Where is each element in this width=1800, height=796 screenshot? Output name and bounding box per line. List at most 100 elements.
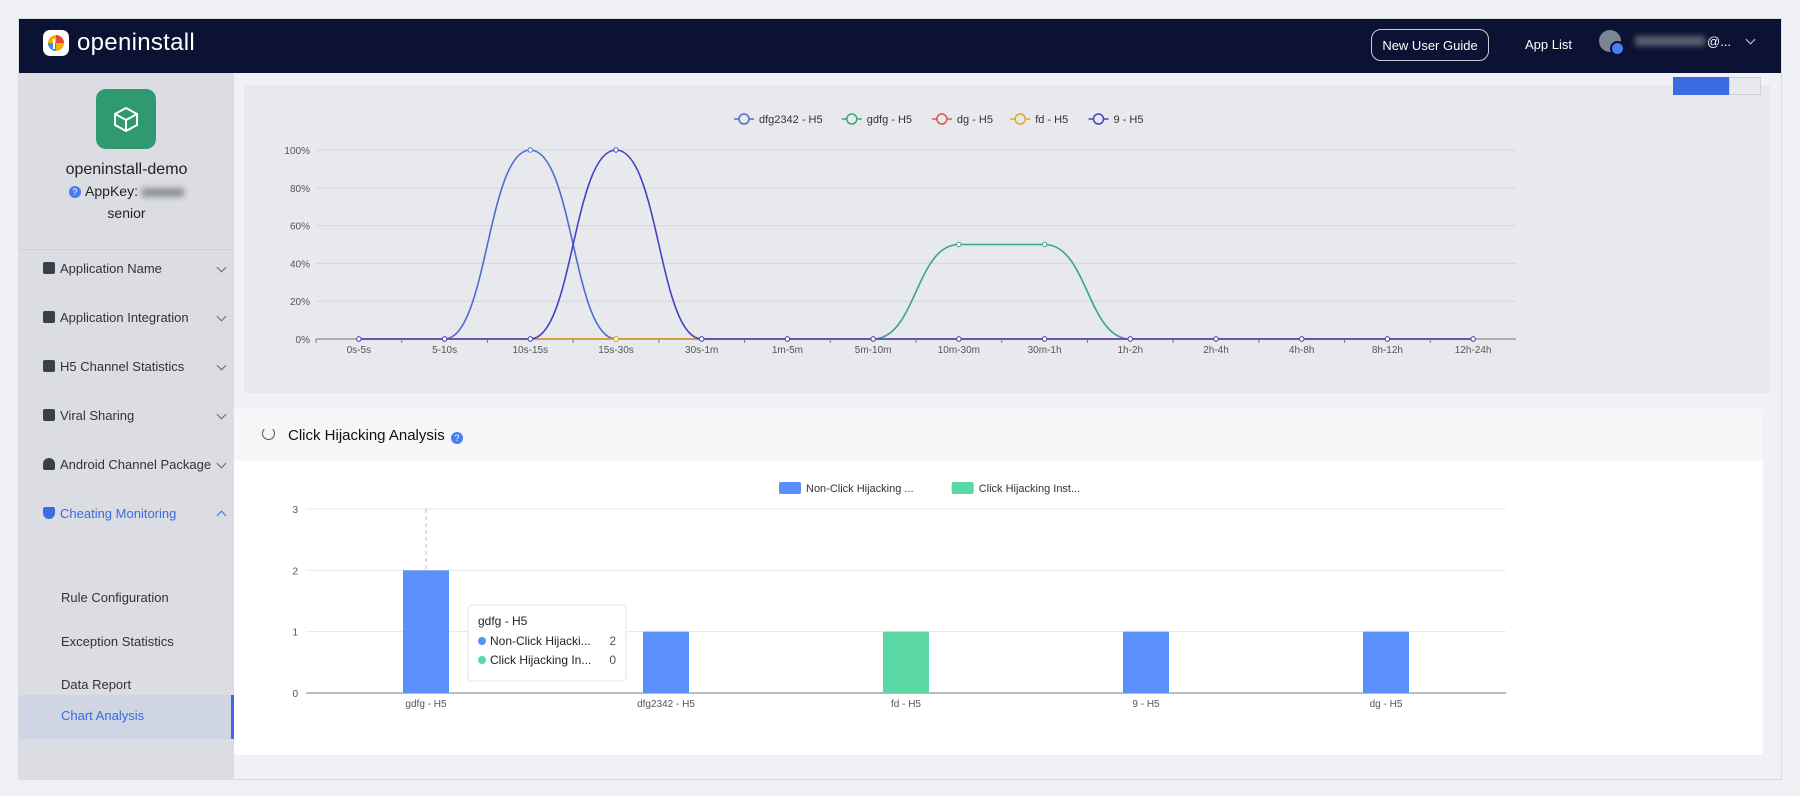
- series-line: [358, 243, 1474, 340]
- grid-icon: [43, 262, 55, 274]
- legend-marker: [846, 113, 858, 125]
- data-point: [441, 336, 448, 342]
- sidebar-item-label: H5 Channel Statistics: [60, 358, 185, 374]
- user-email-redacted: [1635, 36, 1705, 46]
- legend-item: dg - H5: [931, 113, 993, 126]
- legend-item: dfg2342 - H5: [734, 113, 823, 126]
- legend-label: dfg2342 - H5: [759, 114, 823, 126]
- sidebar-item-application-integration[interactable]: Application Integration: [43, 307, 227, 327]
- help-icon[interactable]: ?: [69, 186, 82, 199]
- x-tick-label: gdfg - H5: [405, 699, 447, 710]
- y-tick-label: 20%: [290, 297, 310, 308]
- legend-marker: [936, 113, 948, 125]
- sidebar-subitem-data-report[interactable]: Data Report: [61, 677, 131, 692]
- legend-item: Click Hijacking Inst...: [951, 482, 1080, 495]
- legend-label: gdfg - H5: [867, 114, 912, 126]
- panel-title: Click Hijacking Analysis: [288, 427, 445, 444]
- y-tick-label: 0%: [296, 335, 311, 346]
- tooltip-row-value: 2: [609, 634, 616, 648]
- android-icon: [43, 458, 55, 470]
- refresh-icon[interactable]: [262, 427, 275, 440]
- sidebar-item-cheating-monitoring[interactable]: Cheating Monitoring: [43, 503, 227, 523]
- legend-item: fd - H5: [1010, 113, 1068, 126]
- x-tick-label: 0s-5s: [347, 345, 371, 356]
- legend-label: dg - H5: [957, 114, 993, 126]
- legend-swatch: [779, 482, 801, 494]
- logo[interactable]: openinstall: [43, 29, 195, 57]
- legend-item: 9 - H5: [1088, 113, 1144, 126]
- panel-header: Click Hijacking Analysis ?: [234, 409, 1763, 461]
- data-point: [870, 336, 876, 342]
- bar: [1363, 631, 1409, 693]
- series-line: [358, 149, 1474, 340]
- logo-text: openinstall: [77, 29, 196, 56]
- help-icon[interactable]: ?: [451, 432, 463, 444]
- legend-label: 9 - H5: [1114, 114, 1144, 126]
- app-tier: senior: [107, 205, 146, 221]
- x-tick-label: 1m-5m: [772, 345, 803, 356]
- chevron-down-icon: [216, 262, 227, 273]
- time-distribution-line-chart: 0% 20% 40% 60% 80% 100% 0s-5s 5-10s 10s-15s 15s-3…: [284, 113, 1516, 356]
- logo-icon: [43, 30, 69, 56]
- data-point: [956, 336, 962, 342]
- time-distribution-panel: 0% 20% 40% 60% 80% 100% 0s-5s 5-10s 10s-15s 15s-3…: [244, 77, 1770, 393]
- sidebar: openinstall-demo ? AppKey: senior Applica…: [19, 73, 234, 779]
- tooltip-row-value: 0: [609, 653, 616, 667]
- sidebar-item-viral-sharing[interactable]: Viral Sharing: [43, 405, 227, 425]
- data-point: [356, 336, 362, 342]
- data-point: [956, 241, 962, 248]
- sidebar-subitem-chart-analysis[interactable]: Chart Analysis: [19, 695, 234, 739]
- sidebar-subitem-exception-statistics[interactable]: Exception Statistics: [61, 634, 174, 649]
- y-tick-label: 60%: [290, 222, 310, 233]
- chart-tooltip: gdfg - H5 Non-Click Hijacki... 2 Click Hija…: [467, 604, 627, 682]
- x-tick-label: 15s-30s: [598, 345, 634, 356]
- tooltip-marker: [478, 637, 486, 645]
- user-email-suffix: @...: [1707, 33, 1732, 49]
- data-point: [613, 336, 619, 342]
- data-point: [1384, 336, 1391, 342]
- y-tick-label: 1: [292, 628, 298, 639]
- user-menu[interactable]: @...: [1599, 30, 1756, 56]
- x-tick-label: 12h-24h: [1455, 345, 1492, 356]
- x-tick-label: 5-10s: [432, 345, 457, 356]
- app-list-link[interactable]: App List: [1525, 37, 1572, 52]
- sidebar-item-label: Cheating Monitoring: [60, 505, 177, 521]
- sidebar-item-application-name[interactable]: Application Name: [43, 258, 227, 278]
- sidebar-subitem-rule-configuration[interactable]: Rule Configuration: [61, 590, 169, 605]
- sidebar-item-android-channel-package[interactable]: Android Channel Package: [43, 454, 227, 474]
- y-tick-label: 100%: [284, 146, 310, 157]
- appkey-redacted: [141, 187, 184, 197]
- x-tick-label: 5m-10m: [855, 345, 892, 356]
- legend-marker: [1014, 113, 1026, 125]
- sidebar-item-label: Application Name: [60, 260, 162, 276]
- bar: [1123, 631, 1169, 693]
- legend-item: Non-Click Hijacking ...: [779, 482, 914, 495]
- chevron-down-icon: [216, 360, 227, 371]
- series-line: [358, 149, 1474, 340]
- main-content: 0% 20% 40% 60% 80% 100% 0s-5s 5-10s 10s-15s 15s-3…: [234, 73, 1781, 779]
- data-point: [699, 336, 705, 342]
- data-point: [527, 147, 533, 153]
- legend-label: Click Hijacking Inst...: [979, 483, 1080, 495]
- data-point: [527, 336, 533, 342]
- bar: [883, 631, 929, 693]
- y-tick-label: 0: [292, 689, 298, 700]
- x-tick-label: 10s-15s: [512, 345, 548, 356]
- appkey-row: ? AppKey:: [19, 183, 234, 199]
- sidebar-item-h5-channel-statistics[interactable]: H5 Channel Statistics: [43, 356, 227, 376]
- legend-label: fd - H5: [1035, 114, 1068, 126]
- tooltip-marker: [478, 656, 486, 664]
- bar: [643, 631, 689, 693]
- x-tick-label: dfg2342 - H5: [637, 699, 695, 710]
- x-tick-label: 30m-1h: [1028, 345, 1062, 356]
- share-icon: [43, 409, 55, 421]
- new-user-guide-button[interactable]: New User Guide: [1371, 29, 1489, 61]
- chevron-down-icon: [216, 458, 227, 469]
- app-card: openinstall-demo ? AppKey: senior: [19, 73, 234, 250]
- x-tick-label: 1h-2h: [1117, 345, 1143, 356]
- data-point: [1299, 336, 1305, 342]
- click-hijacking-bar-chart: 0 1 2 3 gdfg - H5 dfg2342 - H5 fd - H5 9 - H5 dg…: [292, 482, 1506, 710]
- y-tick-label: 3: [292, 505, 298, 516]
- data-point: [1041, 336, 1048, 342]
- data-point: [1127, 336, 1133, 342]
